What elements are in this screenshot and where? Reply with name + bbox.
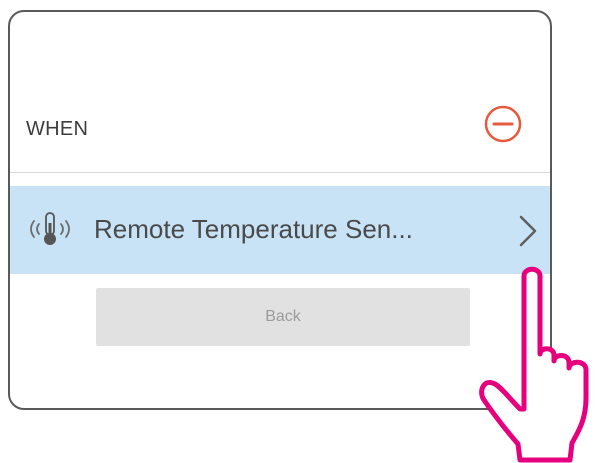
when-section-header: WHEN [10, 92, 550, 173]
minus-circle-icon[interactable] [483, 104, 523, 144]
chevron-right-icon [519, 215, 537, 247]
tapping-hand-icon [479, 266, 589, 463]
remote-temperature-sensor-icon [30, 212, 70, 245]
trigger-item-label: Remote Temperature Sen... [94, 214, 413, 244]
screenshot-stage: WHEN Remote Temperature Sen... Back [0, 0, 609, 463]
when-label: WHEN [26, 118, 89, 140]
rule-card: WHEN Remote Temperature Sen... Back [8, 10, 552, 410]
back-button[interactable]: Back [96, 288, 470, 346]
trigger-item-remote-temperature-sensor[interactable]: Remote Temperature Sen... [10, 186, 550, 274]
